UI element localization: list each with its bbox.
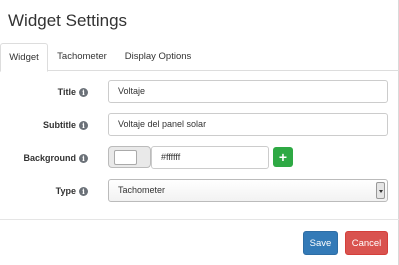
background-label: Background i <box>8 153 88 163</box>
type-select-value: Tachometer <box>118 185 166 195</box>
color-swatch <box>114 150 137 165</box>
info-icon[interactable]: i <box>79 88 88 97</box>
type-label: Type i <box>8 186 88 196</box>
tab-tachometer[interactable]: Tachometer <box>50 43 114 71</box>
widget-settings-modal: Widget Settings Widget Tachometer Displa… <box>0 0 399 265</box>
title-input[interactable]: Voltaje <box>108 80 388 103</box>
subtitle-input[interactable]: Voltaje del panel solar <box>108 113 388 136</box>
type-label-text: Type <box>55 186 76 196</box>
color-swatch-picker[interactable] <box>108 146 151 168</box>
modal-title: Widget Settings <box>8 11 128 30</box>
type-select[interactable]: Tachometer <box>108 179 388 202</box>
plus-icon: + <box>278 149 288 165</box>
info-icon[interactable]: i <box>79 121 88 130</box>
subtitle-label-text: Subtitle <box>43 120 76 130</box>
title-label: Title i <box>8 87 88 97</box>
tab-display-options[interactable]: Display Options <box>118 43 198 71</box>
background-label-text: Background <box>23 153 76 163</box>
background-color-input[interactable]: #ffffff <box>151 146 269 169</box>
tab-widget[interactable]: Widget <box>0 43 48 72</box>
info-icon[interactable]: i <box>79 154 88 163</box>
info-icon[interactable]: i <box>79 187 88 196</box>
title-label-text: Title <box>57 87 76 97</box>
subtitle-label: Subtitle i <box>8 120 88 130</box>
cancel-button[interactable]: Cancel <box>345 231 388 255</box>
save-button[interactable]: Save <box>303 231 338 255</box>
tab-bar: Widget Tachometer Display Options <box>0 43 399 72</box>
add-color-button[interactable]: + <box>273 147 293 167</box>
footer-divider <box>0 219 399 220</box>
chevron-down-icon[interactable] <box>376 182 385 199</box>
